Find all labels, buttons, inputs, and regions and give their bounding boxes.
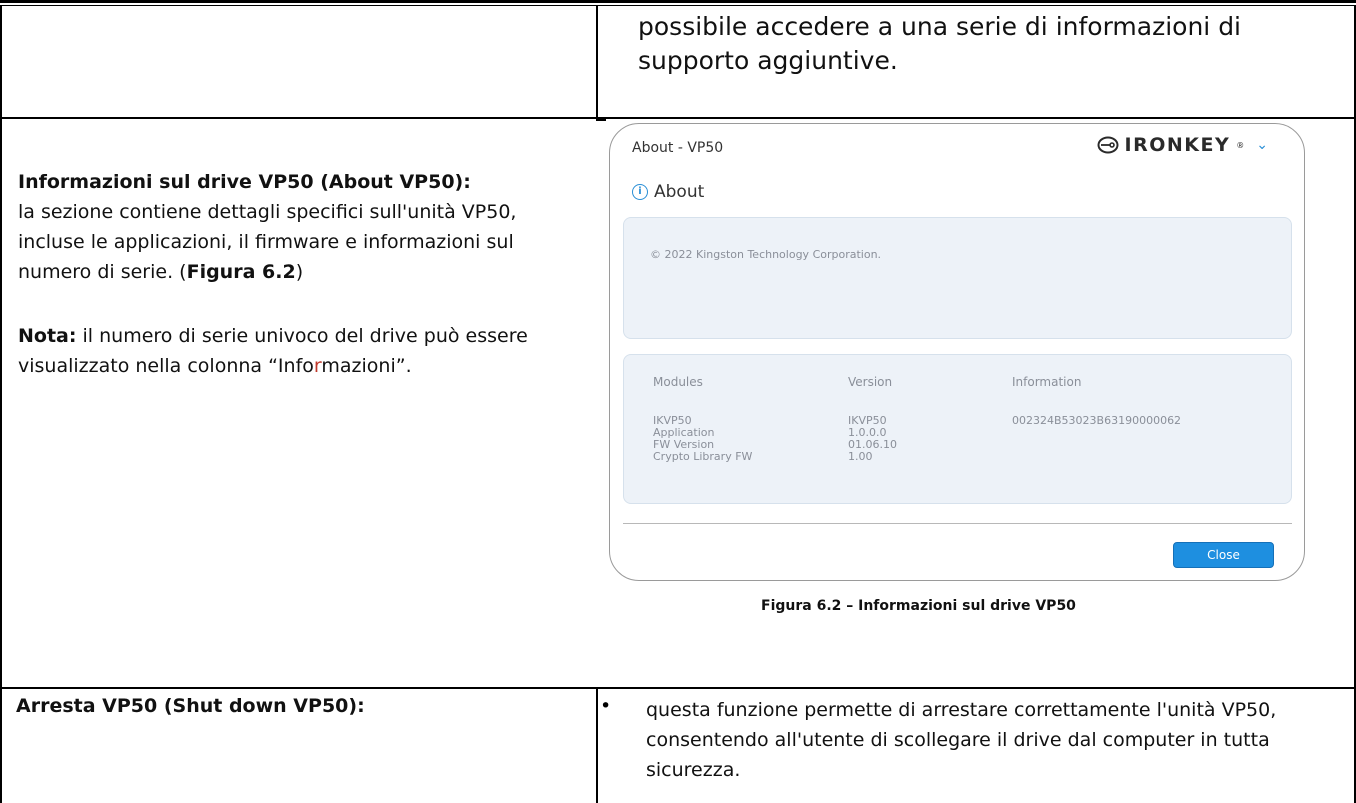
ironkey-logo-icon [1097, 136, 1119, 154]
row1-line2: supporto aggiuntive. [638, 46, 898, 75]
dialog-title: About - VP50 [632, 140, 724, 156]
table-row: possibile accedere a una serie di inform… [0, 6, 1356, 119]
paren-close: ) [295, 261, 304, 283]
version-cell: 1.00 [848, 450, 873, 463]
column-divider [596, 6, 598, 117]
brand-logo[interactable]: IRONKEY ® ⌄ [1097, 134, 1268, 156]
close-button[interactable]: Close [1173, 542, 1274, 568]
shutdown-heading: Arresta VP50 (Shut down VP50): [16, 695, 365, 717]
copyright-panel: © 2022 Kingston Technology Corporation. [623, 217, 1292, 339]
note-text: il numero di serie univoco del drive può… [18, 325, 528, 377]
info-icon: i [632, 184, 648, 200]
figure-caption: Figura 6.2 – Informazioni sul drive VP50 [761, 598, 1076, 614]
top-border [0, 0, 1356, 3]
about-heading: Informazioni sul drive VP50 (About VP50)… [18, 171, 471, 193]
column-header: Information [1012, 375, 1082, 389]
version-column: Version IKVP50 1.0.0.0 01.06.10 1.00 [848, 375, 897, 463]
modules-panel: Modules IKVP50 Application FW Version Cr… [623, 354, 1292, 504]
brand-name: IRONKEY [1124, 134, 1231, 156]
modules-column: Modules IKVP50 Application FW Version Cr… [653, 375, 752, 463]
serial-number-cell: 002324B53023B63190000062 [1012, 414, 1182, 427]
about-dialog: About - VP50 IRONKEY ® ⌄ i About © 2022 … [609, 123, 1305, 581]
about-title: About [654, 182, 705, 202]
note-text-end: mazioni”. [321, 355, 412, 377]
figure-ref: Figura 6.2 [186, 261, 296, 283]
column-header: Modules [653, 375, 703, 389]
column-header: Version [848, 375, 893, 389]
about-section-header: i About [632, 182, 704, 202]
module-cell: Crypto Library FW [653, 450, 753, 463]
dialog-divider [623, 523, 1292, 524]
row1-text: possibile accedere a una serie di inform… [638, 10, 1318, 78]
column-divider [596, 689, 598, 803]
bullet: • [600, 695, 612, 717]
chevron-down-icon[interactable]: ⌄ [1256, 137, 1268, 153]
shutdown-description: questa funzione permette di arrestare co… [646, 699, 1277, 781]
note-label: Nota: [18, 325, 77, 347]
column-divider [596, 119, 606, 121]
about-description: Informazioni sul drive VP50 (About VP50)… [18, 167, 578, 381]
row1-line1: possibile accedere a una serie di inform… [638, 12, 1242, 41]
copyright-text: © 2022 Kingston Technology Corporation. [650, 248, 882, 261]
information-column: Information 002324B53023B63190000062 [1012, 375, 1181, 427]
trademark: ® [1236, 140, 1245, 150]
